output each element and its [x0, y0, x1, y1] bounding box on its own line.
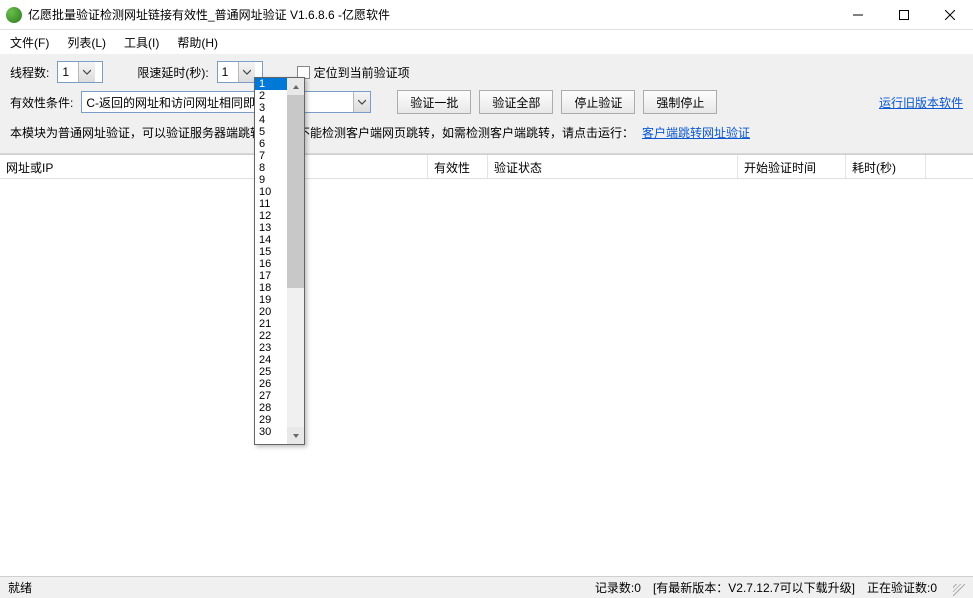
col-valid[interactable]: 有效性 [428, 155, 488, 178]
info-text: 本模块为普通网址验证，可以验证服务器端跳转，但是不能检测客户端网页跳转，如需检测… [10, 124, 634, 141]
force-stop-button[interactable]: 强制停止 [643, 90, 717, 114]
stop-verify-button[interactable]: 停止验证 [561, 90, 635, 114]
status-ready: 就绪 [8, 579, 32, 596]
dropdown-item[interactable]: 1 [255, 78, 287, 90]
dropdown-item[interactable]: 20 [255, 306, 287, 318]
menu-tool[interactable]: 工具(I) [124, 34, 159, 51]
col-duration[interactable]: 耗时(秒) [846, 155, 926, 178]
status-new-version: [有最新版本：V2.7.12.7可以下载升级] [653, 579, 855, 596]
menu-help[interactable]: 帮助(H) [177, 34, 218, 51]
client-redirect-link[interactable]: 客户端跳转网址验证 [642, 124, 750, 141]
dropdown-list: 1234567891011121314151617181920212223242… [255, 78, 287, 444]
dropdown-item[interactable]: 25 [255, 366, 287, 378]
dropdown-item[interactable]: 16 [255, 258, 287, 270]
menu-list[interactable]: 列表(L) [67, 34, 106, 51]
dropdown-item[interactable]: 15 [255, 246, 287, 258]
dropdown-item[interactable]: 4 [255, 114, 287, 126]
threads-select[interactable]: 1 [57, 61, 103, 83]
verify-all-button[interactable]: 验证全部 [479, 90, 553, 114]
scroll-up-icon[interactable] [287, 78, 304, 95]
chevron-down-icon[interactable] [353, 92, 370, 112]
dropdown-item[interactable]: 14 [255, 234, 287, 246]
close-button[interactable] [927, 0, 973, 30]
dropdown-item[interactable]: 30 [255, 426, 287, 438]
dropdown-item[interactable]: 28 [255, 402, 287, 414]
dropdown-item[interactable]: 18 [255, 282, 287, 294]
menubar: 文件(F) 列表(L) 工具(I) 帮助(H) [0, 30, 973, 54]
col-start[interactable]: 开始验证时间 [738, 155, 846, 178]
maximize-button[interactable] [881, 0, 927, 30]
status-verifying: 正在验证数:0 [867, 579, 937, 596]
old-version-link[interactable]: 运行旧版本软件 [879, 94, 963, 111]
scroll-track[interactable] [287, 95, 304, 427]
verify-batch-button[interactable]: 验证一批 [397, 90, 471, 114]
statusbar: 就绪 记录数:0 [有最新版本：V2.7.12.7可以下载升级] 正在验证数:0 [0, 576, 973, 598]
dropdown-item[interactable]: 22 [255, 330, 287, 342]
dropdown-item[interactable]: 24 [255, 354, 287, 366]
dropdown-item[interactable]: 12 [255, 210, 287, 222]
dropdown-item[interactable]: 27 [255, 390, 287, 402]
col-url[interactable]: 网址或IP [0, 155, 428, 178]
condition-value: C-返回的网址和访问网址相同即为有效 [82, 94, 353, 111]
dropdown-item[interactable]: 19 [255, 294, 287, 306]
dropdown-item[interactable]: 5 [255, 126, 287, 138]
delay-dropdown[interactable]: 1234567891011121314151617181920212223242… [254, 77, 305, 445]
dropdown-item[interactable]: 26 [255, 378, 287, 390]
condition-label: 有效性条件: [10, 94, 73, 111]
dropdown-item[interactable]: 8 [255, 162, 287, 174]
menu-file[interactable]: 文件(F) [10, 34, 49, 51]
table-area: 网址或IP 有效性 验证状态 开始验证时间 耗时(秒) [0, 154, 973, 576]
resize-grip-icon[interactable] [949, 580, 965, 596]
chevron-down-icon[interactable] [78, 62, 95, 82]
dropdown-item[interactable]: 2 [255, 90, 287, 102]
toolbar: 线程数: 1 限速延时(秒): 1 定位到当前验证项 有效性条件: C-返回的网… [0, 54, 973, 154]
dropdown-item[interactable]: 21 [255, 318, 287, 330]
chevron-down-icon[interactable] [238, 62, 255, 82]
scroll-thumb[interactable] [287, 95, 304, 288]
threads-value: 1 [58, 65, 78, 79]
dropdown-item[interactable]: 10 [255, 186, 287, 198]
threads-label: 线程数: [10, 64, 49, 81]
dropdown-item[interactable]: 23 [255, 342, 287, 354]
titlebar: 亿愿批量验证检测网址链接有效性_普通网址验证 V1.6.8.6 -亿愿软件 [0, 0, 973, 30]
dropdown-item[interactable]: 6 [255, 138, 287, 150]
delay-label: 限速延时(秒): [137, 64, 208, 81]
col-status[interactable]: 验证状态 [488, 155, 738, 178]
dropdown-item[interactable]: 9 [255, 174, 287, 186]
app-icon [6, 7, 22, 23]
dropdown-item[interactable]: 17 [255, 270, 287, 282]
dropdown-item[interactable]: 11 [255, 198, 287, 210]
locate-checkbox[interactable]: 定位到当前验证项 [297, 64, 410, 81]
minimize-button[interactable] [835, 0, 881, 30]
dropdown-item[interactable]: 29 [255, 414, 287, 426]
scroll-down-icon[interactable] [287, 427, 304, 444]
dropdown-item[interactable]: 7 [255, 150, 287, 162]
window-title: 亿愿批量验证检测网址链接有效性_普通网址验证 V1.6.8.6 -亿愿软件 [28, 6, 390, 23]
dropdown-item[interactable]: 3 [255, 102, 287, 114]
table-header: 网址或IP 有效性 验证状态 开始验证时间 耗时(秒) [0, 155, 973, 179]
condition-select[interactable]: C-返回的网址和访问网址相同即为有效 [81, 91, 371, 113]
dropdown-scrollbar[interactable] [287, 78, 304, 444]
dropdown-item[interactable]: 13 [255, 222, 287, 234]
locate-label: 定位到当前验证项 [314, 64, 410, 81]
status-records: 记录数:0 [595, 579, 641, 596]
delay-value: 1 [218, 65, 238, 79]
